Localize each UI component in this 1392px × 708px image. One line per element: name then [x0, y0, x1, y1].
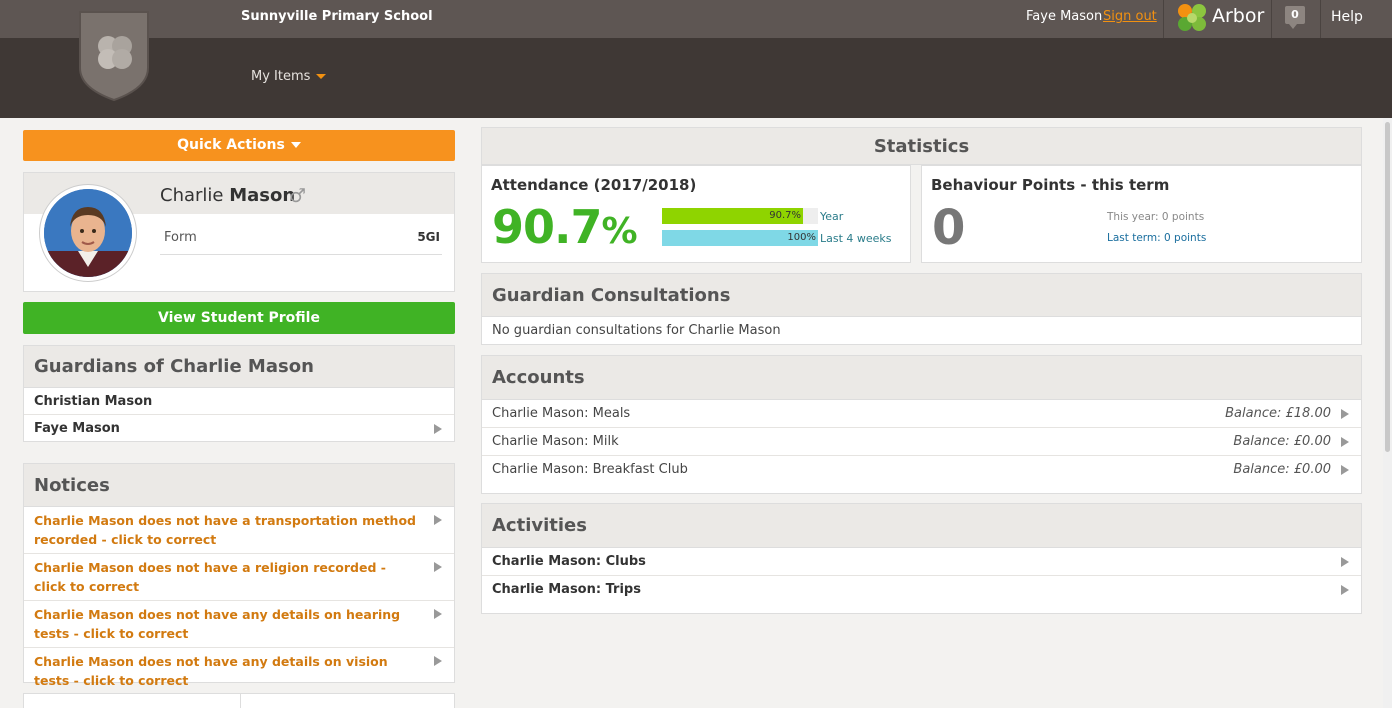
scrollbar-thumb[interactable]: [1385, 122, 1390, 452]
user-name: Faye Mason: [1026, 9, 1103, 24]
header-divider: [1271, 0, 1272, 38]
guardian-name: Faye Mason: [34, 421, 120, 436]
notice-item[interactable]: Charlie Mason does not have any details …: [24, 601, 454, 648]
behaviour-last-term[interactable]: Last term: 0 points: [1107, 232, 1206, 244]
chevron-right-icon: [434, 609, 442, 619]
guardians-title: Guardians of Charlie Mason: [24, 346, 454, 388]
behaviour-value: 0: [932, 200, 966, 256]
attendance-number: 90.7: [492, 200, 602, 254]
attendance-title: Attendance (2017/2018): [491, 176, 697, 194]
chevron-right-icon: [1341, 409, 1349, 419]
school-crest-icon[interactable]: [76, 10, 152, 102]
account-row[interactable]: Charlie Mason: Breakfast Club Balance: £0…: [482, 456, 1361, 484]
chevron-right-icon: [1341, 585, 1349, 595]
account-balance: Balance: £0.00: [1233, 434, 1331, 449]
sign-out-link[interactable]: Sign out: [1103, 9, 1157, 24]
behaviour-title: Behaviour Points - this term: [931, 176, 1170, 194]
header-divider: [1163, 0, 1164, 38]
guardian-consultations-panel: Guardian Consultations No guardian consu…: [481, 273, 1362, 345]
chevron-right-icon: [434, 656, 442, 666]
school-name: Sunnyville Primary School: [241, 9, 433, 24]
notice-text: Charlie Mason does not have a transporta…: [34, 513, 416, 547]
my-items-menu[interactable]: My Items: [251, 69, 327, 84]
header-divider: [1320, 0, 1321, 38]
nav-bar: [0, 38, 1392, 118]
chevron-right-icon: [1341, 437, 1349, 447]
notice-text: Charlie Mason does not have any details …: [34, 607, 401, 641]
notices-title: Notices: [24, 464, 454, 507]
notice-text: Charlie Mason does not have any details …: [34, 654, 388, 688]
year-label: Year: [820, 210, 844, 223]
year-attendance-label-value: 90.7%: [769, 210, 801, 221]
male-icon: ♂: [289, 185, 307, 207]
form-row: Form 5GI: [160, 215, 442, 255]
activities-title: Activities: [482, 504, 1361, 548]
form-value: 5GI: [417, 230, 440, 244]
bottom-tab-strip[interactable]: [23, 693, 455, 708]
activity-row[interactable]: Charlie Mason: Clubs: [482, 548, 1361, 576]
notice-text: Charlie Mason does not have a religion r…: [34, 560, 386, 594]
account-row[interactable]: Charlie Mason: Meals Balance: £18.00: [482, 400, 1361, 428]
behaviour-this-year: This year: 0 points: [1107, 211, 1205, 223]
account-balance: Balance: £0.00: [1233, 462, 1331, 477]
guardian-name: Christian Mason: [34, 394, 153, 409]
tab-divider: [240, 694, 241, 708]
chevron-down-icon: [290, 142, 301, 148]
consultations-empty: No guardian consultations for Charlie Ma…: [492, 323, 781, 338]
form-label: Form: [164, 230, 197, 245]
account-balance: Balance: £18.00: [1225, 406, 1331, 421]
year-attendance-bar: 90.7%: [662, 208, 818, 224]
behaviour-box[interactable]: Behaviour Points - this term 0 This year…: [921, 165, 1362, 263]
activity-name: Charlie Mason: Trips: [492, 582, 641, 597]
account-row[interactable]: Charlie Mason: Milk Balance: £0.00: [482, 428, 1361, 456]
chevron-right-icon: [434, 562, 442, 572]
quick-actions-label: Quick Actions: [177, 137, 285, 153]
attendance-unit: %: [601, 211, 638, 252]
chevron-right-icon: [1341, 465, 1349, 475]
quick-actions-button[interactable]: Quick Actions: [23, 130, 455, 161]
accounts-panel: Accounts Charlie Mason: Meals Balance: £1…: [481, 355, 1362, 494]
student-card: Charlie Mason ♂ Form 5GI: [23, 172, 455, 292]
guardian-row[interactable]: Christian Mason: [24, 388, 454, 415]
my-items-label: My Items: [251, 69, 311, 84]
notice-item[interactable]: Charlie Mason does not have any details …: [24, 648, 454, 694]
attendance-box[interactable]: Attendance (2017/2018) 90.7% 90.7% Year …: [481, 165, 911, 263]
guardians-panel: Guardians of Charlie Mason Christian Mas…: [23, 345, 455, 442]
student-first-name: Charlie: [160, 185, 224, 206]
notices-panel: Notices Charlie Mason does not have a tr…: [23, 463, 455, 688]
recent-label: Last 4 weeks: [820, 232, 892, 245]
student-last-name: Mason: [229, 185, 296, 206]
chevron-right-icon: [434, 515, 442, 525]
chevron-right-icon: [1341, 557, 1349, 567]
statistics-panel: Statistics Attendance (2017/2018) 90.7% …: [481, 127, 1362, 265]
notice-item[interactable]: Charlie Mason does not have a transporta…: [24, 507, 454, 554]
notice-item[interactable]: Charlie Mason does not have a religion r…: [24, 554, 454, 601]
guardian-row[interactable]: Faye Mason: [24, 415, 454, 442]
notification-badge[interactable]: 0: [1285, 6, 1305, 29]
recent-attendance-bar: 100%: [662, 230, 818, 246]
account-name: Charlie Mason: Breakfast Club: [492, 462, 688, 477]
chevron-right-icon: [434, 424, 442, 434]
activities-panel: Activities Charlie Mason: Clubs Charlie …: [481, 503, 1362, 614]
view-student-profile-button[interactable]: View Student Profile: [23, 302, 455, 334]
student-photo: [44, 189, 132, 277]
chevron-down-icon: [316, 74, 327, 79]
consultations-title: Guardian Consultations: [482, 274, 1361, 317]
student-name: Charlie Mason: [160, 185, 295, 206]
accounts-title: Accounts: [482, 356, 1361, 400]
activity-row[interactable]: Charlie Mason: Trips: [482, 576, 1361, 604]
account-name: Charlie Mason: Meals: [492, 406, 631, 421]
statistics-title: Statistics: [481, 127, 1362, 165]
avatar: [39, 184, 137, 282]
activity-name: Charlie Mason: Clubs: [492, 554, 646, 569]
account-name: Charlie Mason: Milk: [492, 434, 619, 449]
brand-name: Arbor: [1212, 5, 1265, 27]
recent-attendance-label-value: 100%: [787, 232, 816, 243]
attendance-value: 90.7%: [492, 200, 638, 254]
help-link[interactable]: Help: [1331, 9, 1363, 25]
arbor-logo-icon[interactable]: [1174, 1, 1210, 35]
